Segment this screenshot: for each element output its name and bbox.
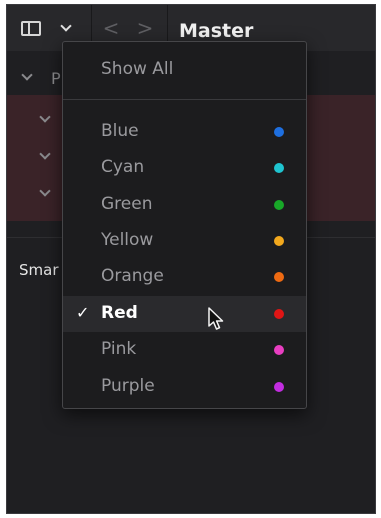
back-arrow-icon: < [102,16,120,40]
menu-item-label: Purple [101,376,155,396]
color-dot-icon [274,345,284,355]
menu-item-cyan[interactable]: Cyan [63,150,306,186]
menu-item-pink[interactable]: Pink [63,332,306,368]
menu-item-green[interactable]: Green [63,187,306,223]
color-dot-icon [274,272,284,282]
color-dot-icon [274,382,284,392]
color-dot-icon [274,200,284,210]
color-dot-icon [274,309,284,319]
menu-item-label: Green [101,194,153,214]
color-dot-icon [274,236,284,246]
chevron-down-icon[interactable] [39,111,51,123]
smart-bins-label: Smar [19,261,59,279]
menu-item-label: Show All [101,59,174,79]
menu-item-show-all[interactable]: Show All [63,52,306,88]
menu-item-label: Pink [101,339,137,359]
sidebar-toggle-icon [21,20,41,36]
chevron-down-icon[interactable] [39,148,51,160]
menu-item-label: Red [101,303,138,323]
menu-item-label: Blue [101,121,139,141]
chevron-down-icon [60,19,72,32]
menu-item-label: Yellow [101,230,154,250]
color-dot-icon [274,127,284,137]
color-filter-dropdown: Show All Blue Cyan Green Yellow Orange ✓… [62,41,307,409]
checkmark-icon: ✓ [76,303,90,322]
chevron-down-icon[interactable] [39,185,51,197]
menu-item-yellow[interactable]: Yellow [63,223,306,259]
bin-row-label: P [51,69,61,88]
panel: < > Master P Smar Show All Blue Cyan Gre [6,4,376,514]
menu-item-red[interactable]: ✓ Red [63,296,306,332]
mouse-cursor-icon [208,307,224,330]
chevron-down-icon[interactable] [21,69,33,81]
menu-item-purple[interactable]: Purple [63,369,306,405]
color-dot-icon [274,163,284,173]
forward-arrow-icon: > [136,16,154,40]
menu-item-label: Orange [101,266,164,286]
menu-item-blue[interactable]: Blue [63,114,306,150]
menu-item-orange[interactable]: Orange [63,259,306,295]
sidebar-toggle-button[interactable] [13,5,49,51]
menu-item-label: Cyan [101,157,145,177]
menu-divider [63,99,306,100]
